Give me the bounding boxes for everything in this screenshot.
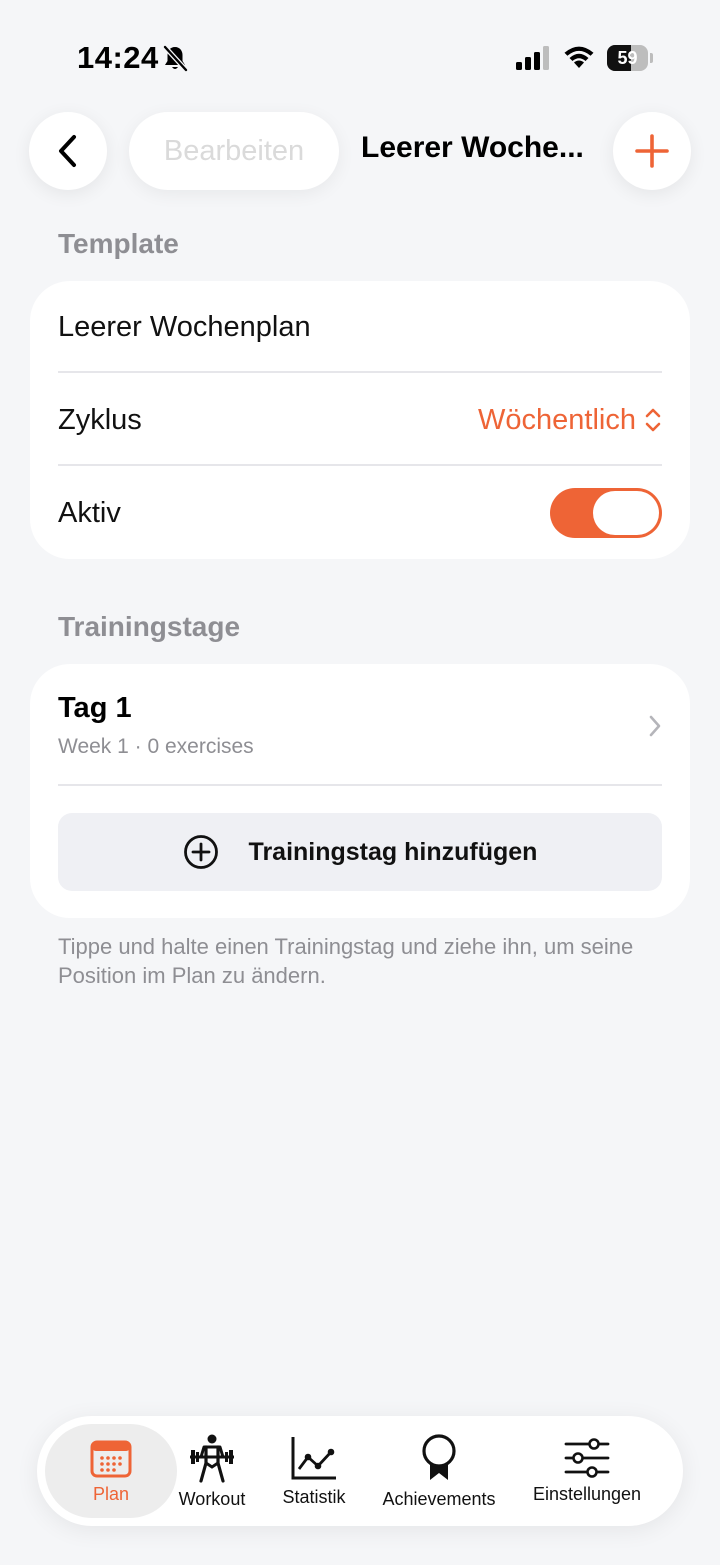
line-chart-icon	[291, 1436, 336, 1479]
training-day-title: Tag 1	[58, 692, 132, 724]
template-name-row[interactable]: Leerer Wochenplan	[58, 303, 662, 351]
tab-bar: Plan Workout Statistik Achievements Eins…	[37, 1416, 683, 1526]
back-button[interactable]	[29, 112, 107, 190]
chevron-left-icon	[59, 135, 76, 167]
reorder-hint: Tippe und halte einen Trainingstag und z…	[58, 934, 634, 988]
cycle-picker[interactable]: Wöchentlich	[478, 404, 662, 437]
tab-workout[interactable]: Workout	[169, 1416, 255, 1526]
page-title: Leerer Woche...	[361, 131, 584, 164]
training-day-row[interactable]: Tag 1 Week 1 · 0 exercises	[30, 664, 690, 784]
tab-label-einstellungen: Einstellungen	[532, 1483, 642, 1504]
plus-circle-icon	[183, 835, 218, 869]
active-label: Aktiv	[58, 496, 121, 529]
tab-achievements[interactable]: Achievements	[375, 1416, 503, 1526]
cycle-value: Wöchentlich	[478, 403, 636, 436]
training-days-card: Tag 1 Week 1 · 0 exercises Trainingstag …	[30, 664, 690, 918]
status-time: 14:24	[77, 40, 159, 75]
add-training-day-label: Trainingstag hinzufügen	[248, 837, 538, 866]
tab-label-plan: Plan	[92, 1483, 130, 1504]
tab-label-achievements: Achievements	[382, 1488, 496, 1509]
divider	[58, 464, 662, 466]
medal-icon	[422, 1433, 456, 1480]
add-button[interactable]	[613, 112, 691, 190]
edit-button[interactable]: Bearbeiten	[129, 112, 339, 190]
active-row: Aktiv	[58, 487, 662, 539]
divider	[58, 784, 662, 786]
tab-label-workout: Workout	[178, 1488, 246, 1509]
divider	[58, 371, 662, 373]
chevron-up-down-icon	[645, 408, 661, 432]
cycle-label: Zyklus	[58, 403, 142, 436]
battery-percent: 59	[617, 48, 638, 68]
tab-plan[interactable]: Plan	[45, 1424, 177, 1518]
template-card: Leerer Wochenplan Zyklus Wöchentlich Akt…	[30, 281, 690, 559]
wifi-icon	[563, 44, 595, 75]
plus-icon	[635, 134, 669, 168]
chevron-right-icon	[649, 715, 661, 737]
template-name[interactable]: Leerer Wochenplan	[58, 311, 311, 344]
tab-statistik[interactable]: Statistik	[269, 1416, 359, 1526]
tab-label-statistik: Statistik	[282, 1486, 346, 1507]
training-days-header: Trainingstage	[58, 611, 241, 642]
status-bar: 14:24 59	[0, 0, 720, 110]
cellular-signal-icon	[516, 46, 552, 75]
active-toggle[interactable]	[550, 488, 662, 538]
training-day-subtitle: Week 1 · 0 exercises	[58, 735, 254, 758]
toggle-knob	[593, 491, 659, 535]
sliders-icon	[564, 1437, 610, 1478]
cycle-row[interactable]: Zyklus Wöchentlich	[58, 396, 662, 444]
tab-einstellungen[interactable]: Einstellungen	[525, 1416, 649, 1526]
bell-muted-icon	[162, 44, 188, 77]
weightlifter-icon	[190, 1434, 234, 1483]
battery-icon: 59	[607, 45, 653, 71]
add-training-day-button[interactable]: Trainingstag hinzufügen	[58, 813, 662, 891]
template-section-header: Template	[58, 228, 179, 259]
calendar-icon	[90, 1440, 132, 1477]
